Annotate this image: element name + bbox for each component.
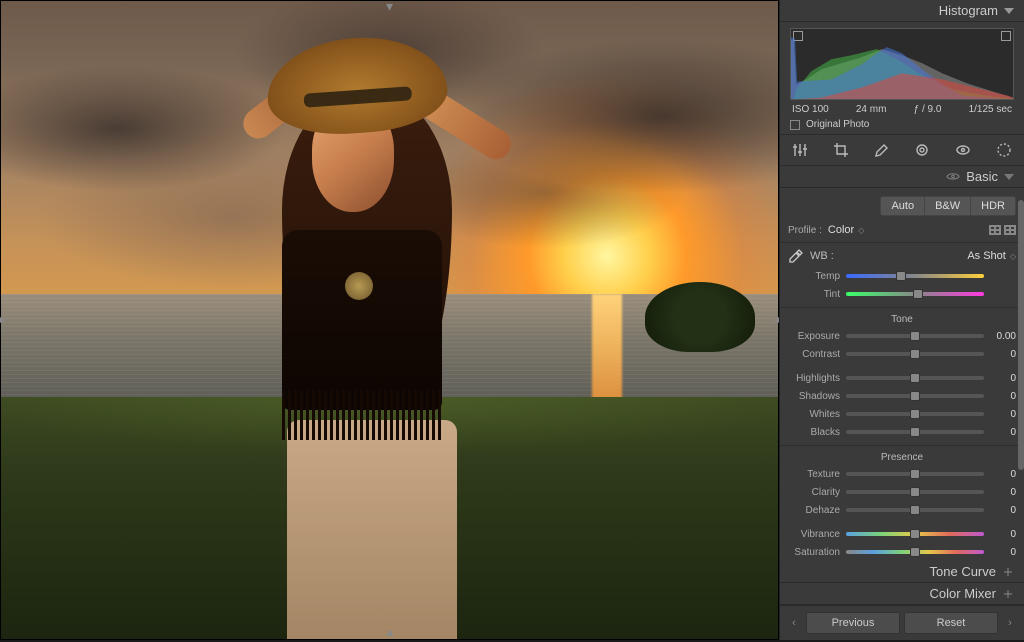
- eyedropper-icon[interactable]: [788, 248, 804, 264]
- aperture-value: ƒ / 9.0: [914, 104, 942, 115]
- color-mixer-title: Color Mixer: [930, 586, 996, 601]
- tone-curve-header[interactable]: Tone Curve: [780, 561, 1024, 583]
- histogram-header[interactable]: Histogram: [780, 0, 1024, 22]
- shutter-value: 1/125 sec: [969, 104, 1012, 115]
- mask-icon[interactable]: [913, 141, 931, 159]
- chevron-right-icon[interactable]: ›: [1002, 612, 1018, 634]
- wb-dropdown[interactable]: As Shot ◇: [967, 250, 1016, 262]
- panel-scrollbar[interactable]: [1018, 200, 1024, 470]
- crop-handle-bottom[interactable]: ▾: [386, 625, 393, 642]
- photo-preview: [1, 1, 778, 639]
- histogram-graph[interactable]: [790, 28, 1014, 100]
- wb-value: As Shot: [967, 250, 1006, 262]
- contrast-slider[interactable]: [846, 352, 984, 356]
- vibrance-slider[interactable]: [846, 532, 984, 536]
- original-photo-label: Original Photo: [806, 119, 869, 130]
- tint-slider[interactable]: [846, 292, 984, 296]
- whites-value: 0: [990, 409, 1016, 420]
- image-canvas[interactable]: ▾ ▾ ▾ ▾: [0, 0, 779, 640]
- shadows-value: 0: [990, 391, 1016, 402]
- vibrance-label: Vibrance: [788, 529, 840, 540]
- hdr-button[interactable]: HDR: [971, 196, 1016, 216]
- tone-header: Tone: [788, 314, 1016, 325]
- contrast-value: 0: [990, 349, 1016, 360]
- basic-title: Basic: [966, 169, 998, 184]
- previous-button[interactable]: Previous: [806, 612, 900, 634]
- basic-header[interactable]: Basic: [780, 166, 1024, 188]
- blacks-value: 0: [990, 427, 1016, 438]
- redeye-icon[interactable]: [954, 141, 972, 159]
- profile-value: Color: [828, 224, 854, 236]
- saturation-slider[interactable]: [846, 550, 984, 554]
- color-mixer-header[interactable]: Color Mixer: [780, 583, 1024, 605]
- crop-handle-top[interactable]: ▾: [386, 0, 393, 15]
- focal-length-value: 24 mm: [856, 104, 887, 115]
- profile-dropdown[interactable]: Color ◇: [828, 224, 864, 236]
- checkbox-icon: [790, 120, 800, 130]
- crop-icon[interactable]: [832, 141, 850, 159]
- profile-grid-large-icon[interactable]: [1004, 225, 1016, 235]
- saturation-value: 0: [990, 547, 1016, 558]
- wb-label: WB :: [810, 250, 834, 262]
- presence-header: Presence: [788, 452, 1016, 463]
- saturation-label: Saturation: [788, 547, 840, 558]
- original-photo-toggle[interactable]: Original Photo: [790, 119, 1014, 130]
- exposure-metadata: ISO 100 24 mm ƒ / 9.0 1/125 sec: [790, 104, 1014, 115]
- edit-sliders-icon[interactable]: [791, 141, 809, 159]
- iso-value: ISO 100: [792, 104, 829, 115]
- auto-button[interactable]: Auto: [880, 196, 925, 216]
- clarity-value: 0: [990, 487, 1016, 498]
- highlights-label: Highlights: [788, 373, 840, 384]
- chevron-down-icon: [1004, 8, 1014, 14]
- reset-button[interactable]: Reset: [904, 612, 998, 634]
- caret-icon: ◇: [1010, 252, 1016, 261]
- chevron-left-icon[interactable]: ‹: [786, 612, 802, 634]
- exposure-value: 0.00: [990, 331, 1016, 342]
- radial-icon[interactable]: [995, 141, 1013, 159]
- histogram-title: Histogram: [939, 3, 998, 18]
- toggle-icon: [1002, 567, 1014, 577]
- dehaze-label: Dehaze: [788, 505, 840, 516]
- develop-panel: Histogram ISO 100 24 mm ƒ / 9.0 1/125 se…: [779, 0, 1024, 640]
- caret-icon: ◇: [858, 226, 864, 235]
- dehaze-slider[interactable]: [846, 508, 984, 512]
- panel-footer: ‹ Previous Reset ›: [780, 605, 1024, 640]
- contrast-label: Contrast: [788, 349, 840, 360]
- whites-slider[interactable]: [846, 412, 984, 416]
- exposure-slider[interactable]: [846, 334, 984, 338]
- shadows-label: Shadows: [788, 391, 840, 402]
- shadows-slider[interactable]: [846, 394, 984, 398]
- blacks-slider[interactable]: [846, 430, 984, 434]
- eye-icon[interactable]: [946, 172, 960, 181]
- exposure-label: Exposure: [788, 331, 840, 342]
- crop-handle-left[interactable]: ▾: [0, 316, 10, 323]
- highlights-slider[interactable]: [846, 376, 984, 380]
- whites-label: Whites: [788, 409, 840, 420]
- texture-label: Texture: [788, 469, 840, 480]
- dehaze-value: 0: [990, 505, 1016, 516]
- bw-button[interactable]: B&W: [925, 196, 971, 216]
- texture-value: 0: [990, 469, 1016, 480]
- chevron-down-icon: [1004, 174, 1014, 180]
- highlights-value: 0: [990, 373, 1016, 384]
- temp-label: Temp: [788, 271, 840, 282]
- tone-curve-title: Tone Curve: [930, 564, 996, 579]
- basic-body: Auto B&W HDR Profile : Color ◇ WB : As S…: [780, 188, 1024, 561]
- tint-label: Tint: [788, 289, 840, 300]
- profile-grid-small-icon[interactable]: [989, 225, 1001, 235]
- histogram-body: ISO 100 24 mm ƒ / 9.0 1/125 sec Original…: [780, 22, 1024, 134]
- heal-icon[interactable]: [873, 141, 891, 159]
- vibrance-value: 0: [990, 529, 1016, 540]
- clarity-slider[interactable]: [846, 490, 984, 494]
- temp-slider[interactable]: [846, 274, 984, 278]
- profile-label: Profile :: [788, 225, 822, 236]
- blacks-label: Blacks: [788, 427, 840, 438]
- toggle-icon: [1002, 589, 1014, 599]
- texture-slider[interactable]: [846, 472, 984, 476]
- tool-strip: [780, 134, 1024, 166]
- clarity-label: Clarity: [788, 487, 840, 498]
